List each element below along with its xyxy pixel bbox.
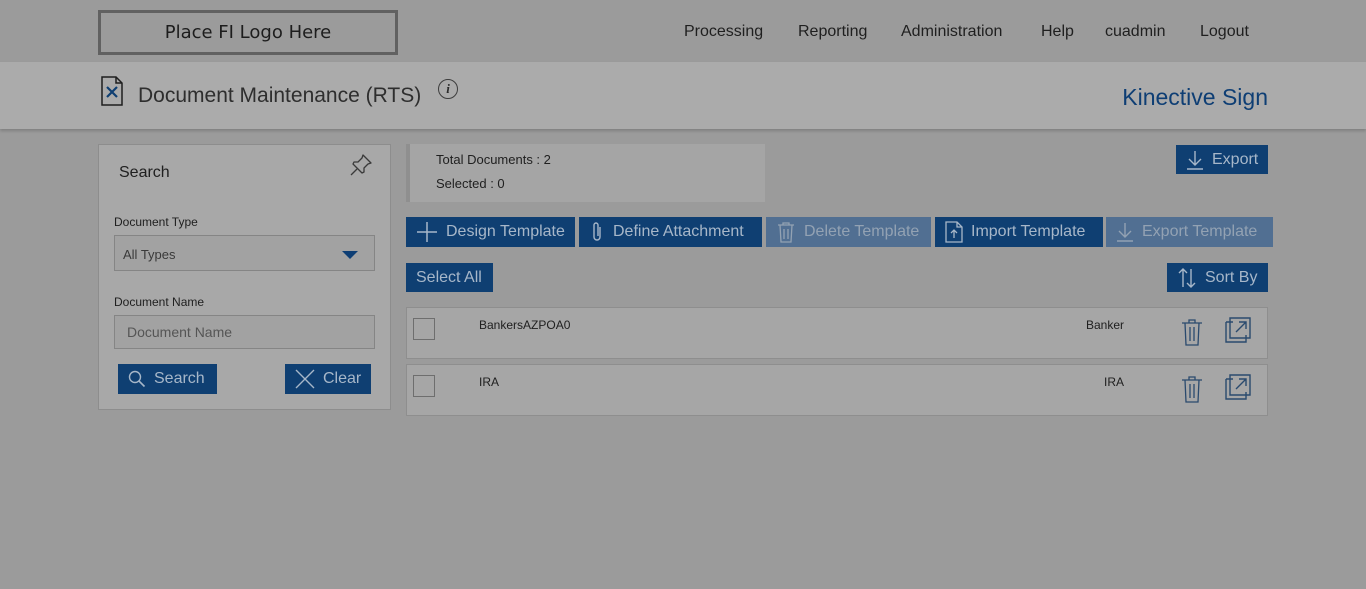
document-name-label: Document Name xyxy=(114,295,205,309)
nav-user-cuadmin[interactable]: cuadmin xyxy=(1105,23,1165,45)
nav-logout[interactable]: Logout xyxy=(1200,23,1249,45)
delete-template-button[interactable]: Delete Template xyxy=(766,217,931,247)
import-template-label: Import Template xyxy=(971,223,1086,240)
upload-file-icon xyxy=(945,221,963,243)
info-icon[interactable]: i xyxy=(438,79,458,99)
sort-by-button[interactable]: Sort By xyxy=(1167,263,1268,292)
document-type: IRA xyxy=(1103,375,1124,389)
search-button[interactable]: Search xyxy=(118,364,217,394)
define-attachment-button[interactable]: Define Attachment xyxy=(579,217,762,247)
chevron-down-icon xyxy=(342,251,358,259)
search-panel: Search Document Type All Types Document … xyxy=(98,144,391,410)
row-checkbox[interactable] xyxy=(413,318,435,340)
document-summary: Total Documents : 2 Selected : 0 xyxy=(406,144,765,202)
external-link-icon[interactable] xyxy=(1224,316,1252,344)
nav-processing[interactable]: Processing xyxy=(684,23,763,45)
select-all-label: Select All xyxy=(416,268,482,286)
download-icon xyxy=(1117,223,1133,242)
document-name: IRA xyxy=(479,375,500,389)
design-template-label: Design Template xyxy=(446,223,565,240)
export-button-label: Export xyxy=(1212,150,1259,168)
define-attachment-label: Define Attachment xyxy=(613,223,744,240)
row-checkbox[interactable] xyxy=(413,375,435,397)
document-name-input[interactable] xyxy=(114,315,375,349)
clear-button[interactable]: Clear xyxy=(285,364,371,394)
document-type: Banker xyxy=(1085,318,1124,332)
export-button[interactable]: Export xyxy=(1176,145,1268,174)
total-documents-count: Total Documents : 2 xyxy=(436,152,551,167)
export-template-label: Export Template xyxy=(1142,223,1258,240)
selected-count: Selected : 0 xyxy=(436,176,505,191)
trash-icon xyxy=(778,222,794,243)
pin-icon[interactable] xyxy=(349,153,373,177)
trash-icon[interactable] xyxy=(1180,375,1204,403)
logo-placeholder: Place FI Logo Here xyxy=(98,10,398,55)
page-header: Document Maintenance (RTS) i Kinective S… xyxy=(0,62,1366,129)
delete-template-label: Delete Template xyxy=(804,223,920,240)
sort-by-label: Sort By xyxy=(1205,268,1258,286)
sort-arrows-icon xyxy=(1178,267,1196,288)
document-wrench-icon xyxy=(101,76,123,106)
import-template-button[interactable]: Import Template xyxy=(935,217,1103,247)
magnifier-icon xyxy=(128,370,146,388)
download-icon xyxy=(1187,150,1203,170)
top-navigation-bar: Place FI Logo Here Processing Reporting … xyxy=(0,0,1366,62)
clear-button-label: Clear xyxy=(323,370,362,387)
select-all-button[interactable]: Select All xyxy=(406,263,493,292)
plus-icon xyxy=(417,222,437,242)
document-type-value: All Types xyxy=(123,247,176,262)
export-template-button[interactable]: Export Template xyxy=(1106,217,1273,247)
external-link-icon[interactable] xyxy=(1224,373,1252,401)
design-template-button[interactable]: Design Template xyxy=(406,217,575,247)
table-row: BankersAZPOA0 Banker xyxy=(406,307,1268,359)
page-title: Document Maintenance (RTS) xyxy=(138,84,422,107)
nav-administration[interactable]: Administration xyxy=(901,23,1002,45)
paperclip-icon xyxy=(593,222,601,241)
search-button-label: Search xyxy=(154,370,205,387)
trash-icon[interactable] xyxy=(1180,318,1204,346)
nav-help[interactable]: Help xyxy=(1041,23,1074,45)
document-type-label: Document Type xyxy=(114,215,198,229)
search-panel-title: Search xyxy=(119,164,170,181)
document-name: BankersAZPOA0 xyxy=(479,318,571,332)
brand-name: Kinective Sign xyxy=(1122,84,1268,110)
table-row: IRA IRA xyxy=(406,364,1268,416)
document-type-select[interactable]: All Types xyxy=(114,235,375,271)
nav-reporting[interactable]: Reporting xyxy=(798,23,867,45)
close-icon xyxy=(295,369,315,389)
